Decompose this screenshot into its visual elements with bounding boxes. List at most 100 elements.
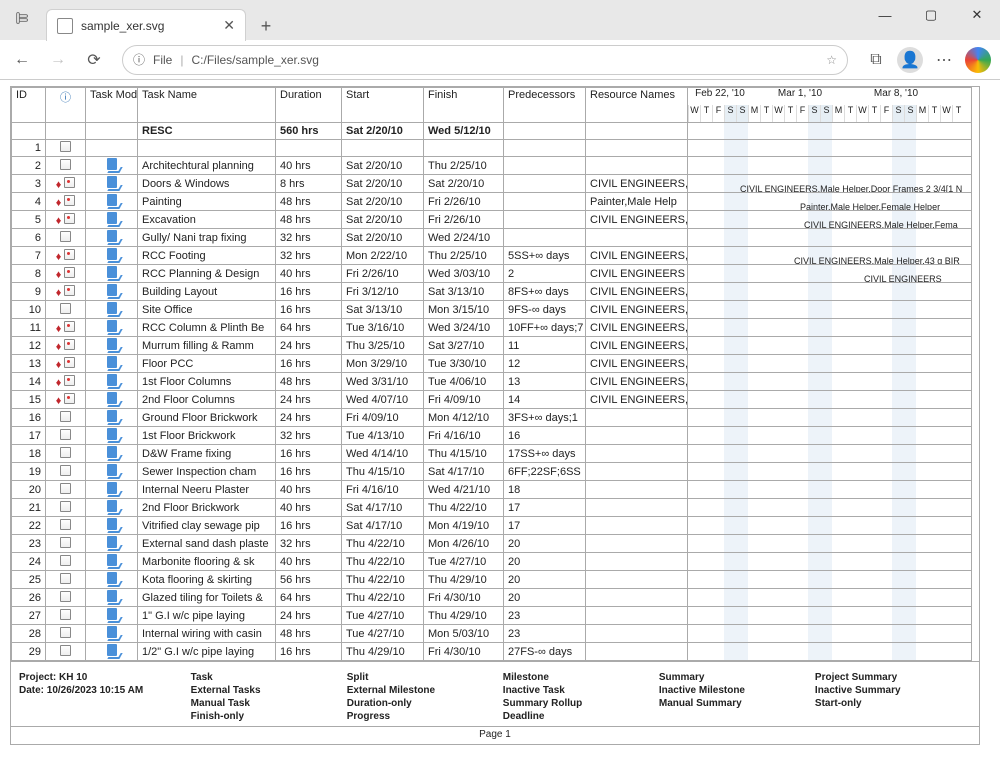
- cell-res[interactable]: [586, 140, 688, 157]
- refresh-button[interactable]: ⟳: [78, 44, 110, 76]
- address-bar[interactable]: ⓘ File | C:/Files/sample_xer.svg ☆: [122, 45, 848, 75]
- cell-duration[interactable]: 24 hrs: [276, 391, 342, 409]
- cell-start[interactable]: [342, 140, 424, 157]
- cell-res[interactable]: CIVIL ENGINEERS,M: [586, 301, 688, 319]
- cell-res[interactable]: CIVIL ENGINEERS,M: [586, 373, 688, 391]
- cell-name[interactable]: Painting: [138, 193, 276, 211]
- cell-duration[interactable]: 48 hrs: [276, 625, 342, 643]
- task-row[interactable]: 2Architechtural planning40 hrsSat 2/20/1…: [12, 157, 972, 175]
- cell-name[interactable]: Doors & Windows: [138, 175, 276, 193]
- cell-name[interactable]: 1st Floor Columns: [138, 373, 276, 391]
- cell-name[interactable]: Glazed tiling for Toilets &: [138, 589, 276, 607]
- cell-duration[interactable]: 56 hrs: [276, 571, 342, 589]
- cell-res[interactable]: [586, 123, 688, 140]
- cell-finish[interactable]: Thu 4/29/10: [424, 571, 504, 589]
- extensions-icon[interactable]: ⧉: [860, 44, 892, 76]
- cell-duration[interactable]: 48 hrs: [276, 373, 342, 391]
- cell-res[interactable]: [586, 571, 688, 589]
- cell-pred[interactable]: [504, 193, 586, 211]
- cell-res[interactable]: [586, 409, 688, 427]
- cell-duration[interactable]: 64 hrs: [276, 589, 342, 607]
- cell-start[interactable]: Wed 3/31/10: [342, 373, 424, 391]
- cell-res[interactable]: [586, 499, 688, 517]
- task-row[interactable]: 11♦RCC Column & Plinth Be64 hrsTue 3/16/…: [12, 319, 972, 337]
- cell-id[interactable]: 19: [12, 463, 46, 481]
- cell-res[interactable]: [586, 625, 688, 643]
- cell-id[interactable]: 17: [12, 427, 46, 445]
- cell-duration[interactable]: 40 hrs: [276, 499, 342, 517]
- cell-name[interactable]: Floor PCC: [138, 355, 276, 373]
- cell-name[interactable]: Marbonite flooring & sk: [138, 553, 276, 571]
- cell-start[interactable]: Wed 4/14/10: [342, 445, 424, 463]
- cell-name[interactable]: Kota flooring & skirting: [138, 571, 276, 589]
- cell-id[interactable]: 6: [12, 229, 46, 247]
- cell-pred[interactable]: [504, 157, 586, 175]
- cell-finish[interactable]: Mon 4/19/10: [424, 517, 504, 535]
- cell-pred[interactable]: 11: [504, 337, 586, 355]
- task-row[interactable]: 171st Floor Brickwork32 hrsTue 4/13/10Fr…: [12, 427, 972, 445]
- cell-finish[interactable]: Fri 4/30/10: [424, 643, 504, 661]
- task-row[interactable]: 28Internal wiring with casin48 hrsTue 4/…: [12, 625, 972, 643]
- cell-res[interactable]: Painter,Male Help: [586, 193, 688, 211]
- cell-res[interactable]: [586, 607, 688, 625]
- cell-pred[interactable]: 13: [504, 373, 586, 391]
- cell-name[interactable]: 2nd Floor Columns: [138, 391, 276, 409]
- cell-res[interactable]: [586, 445, 688, 463]
- cell-pred[interactable]: 20: [504, 571, 586, 589]
- col-predecessors[interactable]: Predecessors: [504, 88, 586, 123]
- cell-pred[interactable]: 17SS+∞ days: [504, 445, 586, 463]
- cell-name[interactable]: RCC Planning & Design: [138, 265, 276, 283]
- cell-name[interactable]: Ground Floor Brickwork: [138, 409, 276, 427]
- cell-start[interactable]: Sat 2/20/10: [342, 211, 424, 229]
- cell-res[interactable]: [586, 589, 688, 607]
- cell-name[interactable]: [138, 140, 276, 157]
- cell-id[interactable]: 21: [12, 499, 46, 517]
- cell-start[interactable]: Mon 3/29/10: [342, 355, 424, 373]
- back-button[interactable]: ←: [6, 44, 38, 76]
- cell-duration[interactable]: [276, 140, 342, 157]
- cell-finish[interactable]: Wed 4/21/10: [424, 481, 504, 499]
- cell-id[interactable]: 12: [12, 337, 46, 355]
- cell-id[interactable]: 5: [12, 211, 46, 229]
- cell-finish[interactable]: Wed 2/24/10: [424, 229, 504, 247]
- cell-name[interactable]: 1st Floor Brickwork: [138, 427, 276, 445]
- task-row[interactable]: 12♦Murrum filling & Ramm24 hrsThu 3/25/1…: [12, 337, 972, 355]
- cell-duration[interactable]: 16 hrs: [276, 643, 342, 661]
- cell-pred[interactable]: 17: [504, 499, 586, 517]
- cell-name[interactable]: Internal Neeru Plaster: [138, 481, 276, 499]
- copilot-button[interactable]: [962, 44, 994, 76]
- task-row[interactable]: 13♦Floor PCC16 hrsMon 3/29/10Tue 3/30/10…: [12, 355, 972, 373]
- cell-finish[interactable]: Wed 5/12/10: [424, 123, 504, 140]
- cell-id[interactable]: 8: [12, 265, 46, 283]
- cell-res[interactable]: [586, 463, 688, 481]
- cell-pred[interactable]: 16: [504, 427, 586, 445]
- cell-name[interactable]: 2nd Floor Brickwork: [138, 499, 276, 517]
- col-start[interactable]: Start: [342, 88, 424, 123]
- cell-duration[interactable]: 32 hrs: [276, 427, 342, 445]
- cell-id[interactable]: 10: [12, 301, 46, 319]
- cell-res[interactable]: CIVIL ENGINEERS,M: [586, 355, 688, 373]
- cell-id[interactable]: 20: [12, 481, 46, 499]
- cell-start[interactable]: Tue 3/16/10: [342, 319, 424, 337]
- cell-name[interactable]: Sewer Inspection cham: [138, 463, 276, 481]
- cell-start[interactable]: Thu 4/22/10: [342, 535, 424, 553]
- cell-start[interactable]: Fri 4/09/10: [342, 409, 424, 427]
- task-row[interactable]: 4♦Painting48 hrsSat 2/20/10Fri 2/26/10Pa…: [12, 193, 972, 211]
- cell-start[interactable]: Sat 2/20/10: [342, 123, 424, 140]
- cell-finish[interactable]: Wed 3/03/10: [424, 265, 504, 283]
- cell-duration[interactable]: 16 hrs: [276, 517, 342, 535]
- cell-pred[interactable]: 23: [504, 625, 586, 643]
- cell-start[interactable]: Sat 2/20/10: [342, 175, 424, 193]
- cell-id[interactable]: 28: [12, 625, 46, 643]
- cell-finish[interactable]: Mon 5/03/10: [424, 625, 504, 643]
- cell-duration[interactable]: 16 hrs: [276, 445, 342, 463]
- cell-pred[interactable]: 8FS+∞ days: [504, 283, 586, 301]
- cell-pred[interactable]: 17: [504, 517, 586, 535]
- cell-duration[interactable]: 32 hrs: [276, 247, 342, 265]
- cell-id[interactable]: 3: [12, 175, 46, 193]
- cell-start[interactable]: Wed 4/07/10: [342, 391, 424, 409]
- cell-id[interactable]: 1: [12, 140, 46, 157]
- cell-id[interactable]: [12, 123, 46, 140]
- cell-pred[interactable]: 12: [504, 355, 586, 373]
- cell-finish[interactable]: Sat 2/20/10: [424, 175, 504, 193]
